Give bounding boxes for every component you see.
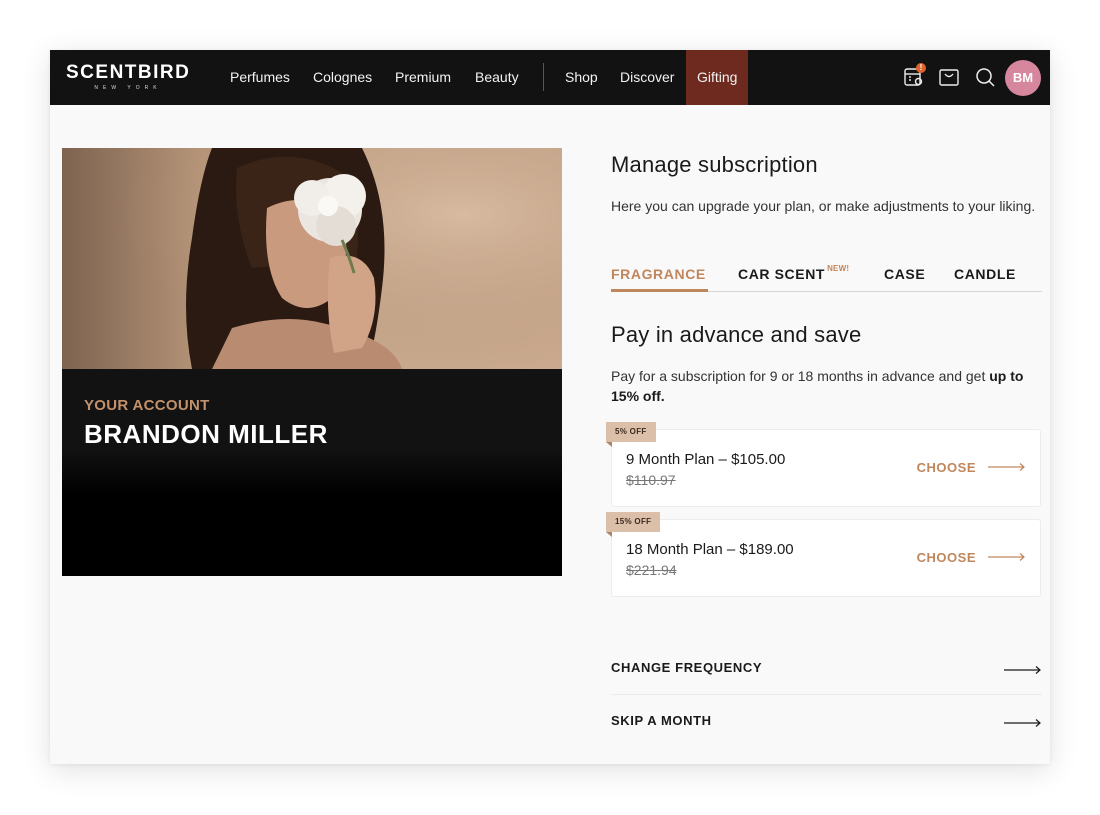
account-user-name: BRANDON MILLER	[84, 419, 328, 449]
advance-description-text: Pay for a subscription for 9 or 18 month…	[611, 368, 990, 384]
account-panel: YOUR ACCOUNT BRANDON MILLER	[62, 369, 562, 576]
app-frame: SCENTBIRD NEW YORK Perfumes Colognes Pre…	[50, 50, 1050, 764]
search-icon[interactable]	[973, 65, 997, 89]
arrow-right-icon	[1004, 715, 1042, 733]
nav-perfumes[interactable]: Perfumes	[230, 50, 290, 105]
nav-shop[interactable]: Shop	[565, 50, 598, 105]
cart-icon[interactable]	[937, 65, 961, 89]
plan-name: 9 Month Plan – $105.00	[626, 451, 786, 468]
advance-description: Pay for a subscription for 9 or 18 month…	[611, 366, 1043, 406]
page-subtitle: Here you can upgrade your plan, or make …	[611, 198, 1036, 214]
nav-premium[interactable]: Premium	[395, 50, 451, 105]
choose-label: CHOOSE	[916, 460, 976, 475]
plan-card-18-month[interactable]: 15% OFF 18 Month Plan – $189.00 $221.94 …	[606, 512, 1041, 597]
notification-badge: !	[916, 63, 926, 73]
nav-gifting[interactable]: Gifting	[686, 50, 749, 105]
logo-tagline: NEW YORK	[94, 85, 162, 91]
nav-discover[interactable]: Discover	[620, 50, 674, 105]
discount-tag: 15% OFF	[606, 512, 661, 537]
tab-car-scent[interactable]: CAR SCENT NEW!	[738, 264, 850, 282]
choose-9-month-button[interactable]: CHOOSE	[917, 460, 1026, 475]
subscription-tabs: FRAGRANCE CAR SCENT NEW! CASE CANDLE	[611, 262, 1042, 292]
advance-title: Pay in advance and save	[611, 322, 862, 347]
hero-photo	[62, 148, 562, 369]
nav-divider	[543, 63, 544, 91]
plan-original-price: $110.97	[626, 472, 676, 488]
nav-colognes[interactable]: Colognes	[313, 50, 372, 105]
skip-month-label: SKIP A MONTH	[611, 713, 712, 728]
user-avatar[interactable]: BM	[1005, 60, 1041, 96]
page-title: Manage subscription	[611, 152, 818, 177]
tab-case[interactable]: CASE	[884, 266, 925, 282]
discount-tag: 5% OFF	[606, 422, 656, 447]
tab-fragrance[interactable]: FRAGRANCE	[611, 266, 706, 282]
tab-candle[interactable]: CANDLE	[954, 266, 1016, 282]
redacted-area	[62, 449, 562, 576]
arrow-right-icon	[988, 460, 1026, 475]
account-section-label: YOUR ACCOUNT	[84, 397, 210, 414]
logo-wordmark: SCENTBIRD	[66, 62, 191, 83]
arrow-right-icon	[988, 550, 1026, 565]
active-tab-indicator	[611, 289, 708, 292]
top-nav: SCENTBIRD NEW YORK Perfumes Colognes Pre…	[50, 50, 1050, 105]
change-frequency-label: CHANGE FREQUENCY	[611, 660, 763, 675]
nav-beauty[interactable]: Beauty	[475, 50, 519, 105]
arrow-right-icon	[1004, 662, 1042, 680]
tab-car-scent-label: CAR SCENT	[738, 266, 826, 282]
skip-month-row[interactable]: SKIP A MONTH	[611, 705, 1042, 735]
choose-label: CHOOSE	[916, 550, 976, 565]
divider	[611, 694, 1042, 695]
plan-name: 18 Month Plan – $189.00	[626, 541, 794, 558]
scentbird-logo[interactable]: SCENTBIRD NEW YORK	[66, 63, 190, 92]
calendar-alert-icon[interactable]: !	[902, 63, 926, 89]
choose-18-month-button[interactable]: CHOOSE	[917, 550, 1026, 565]
plan-card-9-month[interactable]: 5% OFF 9 Month Plan – $105.00 $110.97 CH…	[606, 422, 1041, 507]
new-badge: NEW!	[827, 264, 850, 273]
account-hero-card: YOUR ACCOUNT BRANDON MILLER	[62, 148, 562, 576]
change-frequency-row[interactable]: CHANGE FREQUENCY	[611, 652, 1042, 682]
plan-original-price: $221.94	[626, 562, 677, 578]
